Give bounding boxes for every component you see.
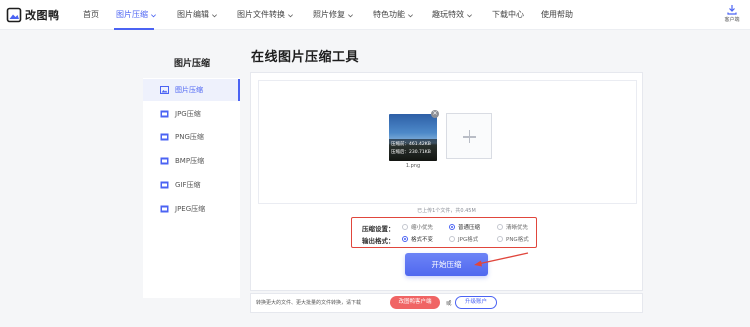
nav-help-label: 使用帮助 [541,10,573,19]
option-jpg-format[interactable]: JPG格式 [449,235,478,243]
nav-photo-repair-label: 照片修复 [313,10,345,19]
png-file-icon [160,133,169,141]
radio-selected [402,236,408,242]
nav-fun-effects-label: 趣玩特效 [432,10,464,19]
jpeg-file-icon [160,205,169,213]
top-nav-bar: 改图鸭 首页 图片压缩 图片编辑 图片文件转换 照片修复 特色功能 趣玩特效 下… [0,0,750,30]
close-icon: ✕ [432,110,438,117]
sidebar-item-image-compress[interactable]: 图片压缩 [143,79,240,101]
gif-file-icon [160,181,169,189]
nav-active-indicator [114,28,154,30]
nav-file-convert[interactable]: 图片文件转换 [237,0,294,30]
chevron-down-icon [212,13,217,17]
sidebar-item-gif[interactable]: GIF压缩 [143,174,240,196]
add-file-button[interactable] [446,113,492,159]
sidebar-item-label: 图片压缩 [175,86,203,94]
nav-image-edit-label: 图片编辑 [177,10,209,19]
app-name: 改图鸭 [25,9,60,22]
upgrade-account-button[interactable]: 升级账户 [455,296,497,309]
chevron-down-icon [288,13,293,17]
sidebar-item-label: GIF压缩 [175,181,201,189]
option-label: 缩小优先 [411,225,434,231]
logo-icon [6,7,22,23]
radio-selected [449,224,455,230]
nav-image-compress-label: 图片压缩 [116,10,148,19]
compress-settings-label: 压缩设置： [362,225,395,233]
sidebar-item-label: PNG压缩 [175,133,204,141]
upload-summary: 已上传1个文件，共0.45M [417,208,476,214]
sidebar-item-label: BMP压缩 [175,157,205,165]
radio [449,236,455,242]
radio [402,224,408,230]
size-after: 压缩后：230.71KB [391,150,431,155]
sidebar: 图片压缩 JPG压缩 PNG压缩 BMP压缩 GIF压缩 JPEG压缩 [143,78,240,298]
option-clarity-first[interactable]: 清晰优先 [497,223,528,231]
jpg-file-icon [160,110,169,118]
file-name: 1.png [405,163,421,169]
file-thumbnail[interactable]: 压缩前：461.42KB 压缩后：230.71KB [389,114,437,161]
nav-fun-effects[interactable]: 趣玩特效 [432,0,473,30]
sidebar-item-label: JPG压缩 [175,110,201,118]
plus-icon-vertical [468,130,471,143]
radio [497,236,503,242]
image-icon [160,86,169,94]
option-label: 普通压缩 [458,225,481,231]
client-label: 客户端 [724,17,740,23]
logo[interactable]: 改图鸭 [6,7,60,23]
nav-features[interactable]: 特色功能 [373,0,414,30]
option-label: 格式不变 [411,237,434,243]
sidebar-item-png[interactable]: PNG压缩 [143,126,240,148]
nav-download-center[interactable]: 下载中心 [492,0,524,30]
nav-image-compress[interactable]: 图片压缩 [116,0,157,30]
option-png-format[interactable]: PNG格式 [497,235,529,243]
footer-text: 转换更大的文件、更大批量的文件转换，请下载 [256,300,362,306]
sidebar-title: 图片压缩 [173,59,210,69]
download-icon [727,5,737,15]
nav-file-convert-label: 图片文件转换 [237,10,285,19]
chevron-down-icon [467,13,472,17]
compress-settings-box: 压缩设置： 缩小优先 普通压缩 清晰优先 输出格式： 格式不变 JPG格式 PN… [351,217,537,248]
annotation-arrow [474,252,529,267]
option-keep-format[interactable]: 格式不变 [402,235,433,243]
option-label: PNG格式 [506,237,529,243]
output-format-label: 输出格式： [362,237,395,245]
nav-home[interactable]: 首页 [83,0,99,30]
option-label: 清晰优先 [506,225,529,231]
page-title: 在线图片压缩工具 [251,50,360,65]
nav-help[interactable]: 使用帮助 [541,0,573,30]
download-client-button[interactable]: 改图鸭客户端 [390,296,440,309]
option-normal-compress[interactable]: 普通压缩 [449,223,480,231]
chevron-down-icon [408,13,413,17]
client-download-button[interactable]: 客户端 [720,4,744,23]
thumbnail-size-info: 压缩前：461.42KB 压缩后：230.71KB [389,139,437,161]
size-before: 压缩前：461.42KB [391,142,431,147]
remove-file-button[interactable]: ✕ [431,110,439,118]
nav-home-label: 首页 [83,10,99,19]
chevron-down-icon [348,13,353,17]
nav-photo-repair[interactable]: 照片修复 [313,0,354,30]
sidebar-item-label: JPEG压缩 [175,205,206,213]
or-text: 或 [446,301,452,307]
sidebar-item-jpeg[interactable]: JPEG压缩 [143,198,240,220]
option-label: JPG格式 [458,237,479,243]
sidebar-item-bmp[interactable]: BMP压缩 [143,150,240,172]
nav-image-edit[interactable]: 图片编辑 [177,0,218,30]
sidebar-item-jpg[interactable]: JPG压缩 [143,103,240,125]
bmp-file-icon [160,157,169,165]
nav-features-label: 特色功能 [373,10,405,19]
nav-download-center-label: 下载中心 [492,10,524,19]
radio [497,224,503,230]
chevron-down-icon [151,13,156,17]
option-smaller-first[interactable]: 缩小优先 [402,223,433,231]
